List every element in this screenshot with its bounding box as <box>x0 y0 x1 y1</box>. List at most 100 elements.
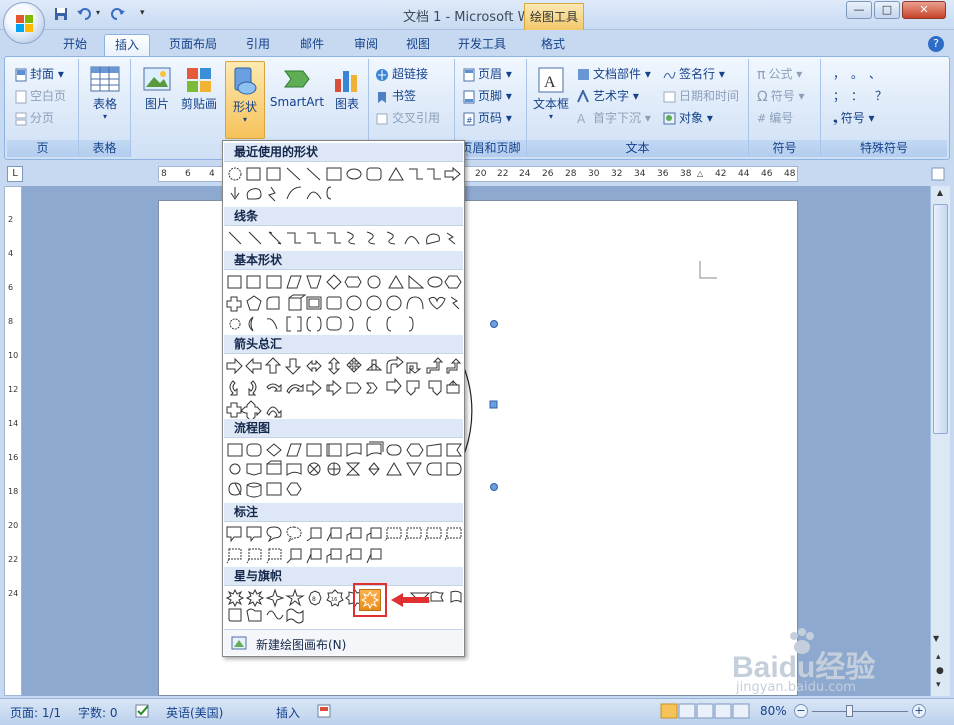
page-count[interactable]: 页面: 1/1 <box>10 704 61 721</box>
basic-shapes-grid[interactable] <box>225 271 463 337</box>
maximize-button[interactable]: □ <box>874 1 900 19</box>
equation-button[interactable]: π 公式 ▾ <box>757 65 802 83</box>
redo-icon[interactable] <box>110 6 126 22</box>
tab-developer[interactable]: 开发工具 <box>450 34 514 56</box>
scroll-up-icon[interactable]: ▲ <box>933 188 947 202</box>
zoom-out-icon[interactable]: − <box>794 704 808 718</box>
picture-button[interactable]: 图片 <box>139 65 175 112</box>
svg-text:16: 16 <box>331 597 337 603</box>
shapes-button[interactable]: 形状 ▾ <box>225 61 265 139</box>
insert-mode[interactable]: 插入 <box>276 704 300 721</box>
zoom-slider[interactable] <box>812 711 908 712</box>
scroll-down-icon[interactable]: ▼ <box>933 634 939 643</box>
ruler-number: 36 <box>657 169 669 179</box>
explosion-star-shape-selected[interactable] <box>359 589 381 611</box>
ruler-number: 20 <box>8 521 19 530</box>
drop-cap-button[interactable]: A 首字下沉 ▾ <box>577 109 651 126</box>
cross-reference-button[interactable]: 交叉引用 <box>375 109 440 126</box>
hyperlink-button[interactable]: 超链接 <box>375 65 428 82</box>
special-chars-row-1[interactable]: ，。、 <box>833 65 913 82</box>
table-button[interactable]: 表格 ▾ <box>85 65 125 121</box>
tab-format[interactable]: 格式 <box>530 34 576 56</box>
smartart-button[interactable]: SmartArt <box>269 65 325 109</box>
help-icon[interactable]: ? <box>928 36 944 52</box>
wordart-icon <box>577 90 590 103</box>
browse-object-icon[interactable]: ● <box>936 666 944 676</box>
zoom-level[interactable]: 80% <box>760 704 787 718</box>
blank-page-button[interactable]: 空白页 <box>15 87 66 104</box>
cover-page-button[interactable]: 封面 ▾ <box>15 65 64 82</box>
word-count[interactable]: 字数: 0 <box>78 704 118 721</box>
lines-grid[interactable] <box>225 227 463 249</box>
header-button[interactable]: 页眉 ▾ <box>463 65 512 82</box>
new-drawing-canvas-label: 新建绘图画布(N) <box>256 638 347 652</box>
context-tab-drawing-tools: 绘图工具 <box>524 3 584 30</box>
pi-icon: π <box>757 66 766 83</box>
text-box-icon: A <box>538 67 564 93</box>
category-basic-shapes: 基本形状 <box>224 251 463 270</box>
title-bar: 文档 1 - Microsoft Word 绘图工具 ▾ ▾ — □ ✕ <box>0 0 954 30</box>
zoom-slider-thumb[interactable] <box>846 705 853 717</box>
table-icon <box>90 66 120 92</box>
category-stars-banners: 星与旗帜 <box>224 567 463 586</box>
ruler-number: 4 <box>209 169 215 179</box>
undo-dropdown-icon[interactable]: ▾ <box>96 8 100 17</box>
tab-home[interactable]: 开始 <box>56 34 94 56</box>
quick-parts-button[interactable]: 文档部件 ▾ <box>577 65 651 82</box>
date-time-button[interactable]: 日期和时间 <box>663 87 739 104</box>
page-break-button[interactable]: 分页 <box>15 109 54 126</box>
starburst-icon <box>360 590 380 610</box>
ruler-number: 48 <box>784 169 796 179</box>
object-button[interactable]: 对象 ▾ <box>663 109 713 126</box>
footer-button[interactable]: 页脚 ▾ <box>463 87 512 104</box>
ruler-number: 12 <box>8 385 19 394</box>
save-icon[interactable] <box>54 7 68 21</box>
block-arrows-grid[interactable] <box>225 355 463 421</box>
ruler-number: 22 <box>497 169 509 179</box>
ruler-number: 34 <box>634 169 646 179</box>
next-page-icon[interactable]: ▾ <box>936 680 941 690</box>
category-callouts: 标注 <box>224 503 463 522</box>
right-indent-marker-icon[interactable]: △ <box>697 169 703 178</box>
tab-view[interactable]: 视图 <box>398 34 438 56</box>
scroll-thumb[interactable] <box>933 204 948 434</box>
zoom-in-icon[interactable]: + <box>912 704 926 718</box>
vertical-scrollbar[interactable]: ▲ ▼ ▴ ● ▾ <box>930 186 950 696</box>
office-button[interactable] <box>3 2 45 44</box>
special-chars-row-2[interactable]: ；：？ <box>833 87 913 104</box>
new-drawing-canvas-item[interactable]: 新建绘图画布(N) <box>224 629 463 655</box>
language[interactable]: 英语(美国) <box>166 704 223 721</box>
vertical-ruler[interactable]: 2 4 6 8 10 12 14 16 18 20 22 24 <box>4 186 22 696</box>
chevron-down-icon: ▾ <box>102 112 107 121</box>
page-number-button[interactable]: # 页码 ▾ <box>463 109 512 126</box>
macro-record-icon[interactable] <box>316 703 332 719</box>
tab-review[interactable]: 审阅 <box>344 34 388 56</box>
previous-page-icon[interactable]: ▴ <box>936 652 941 662</box>
tab-insert[interactable]: 插入 <box>104 34 150 56</box>
flowchart-grid[interactable] <box>225 439 463 501</box>
svg-text:A: A <box>577 112 586 125</box>
baidu-watermark: Baidu经验 jingyan.baidu.com <box>732 628 922 700</box>
callouts-grid[interactable] <box>225 523 463 567</box>
customize-toolbar-icon[interactable]: ▾ <box>140 8 145 18</box>
bookmark-button[interactable]: 书签 <box>375 87 416 104</box>
tab-references[interactable]: 引用 <box>236 34 280 56</box>
numbering-button[interactable]: # 编号 <box>757 109 793 126</box>
minimize-button[interactable]: — <box>846 1 872 19</box>
chart-button[interactable]: 图表 <box>329 65 365 112</box>
wordart-button[interactable]: 艺术字 ▾ <box>577 87 639 104</box>
undo-icon[interactable] <box>76 6 94 22</box>
tab-page-layout[interactable]: 页面布局 <box>162 34 224 56</box>
print-layout-view-icon <box>660 703 678 719</box>
tab-mailings[interactable]: 邮件 <box>290 34 334 56</box>
special-symbol-button[interactable]: ❟ 符号 ▾ <box>833 109 875 126</box>
close-button[interactable]: ✕ <box>902 1 946 19</box>
clip-art-button[interactable]: 剪贴画 <box>179 65 219 112</box>
symbol-button[interactable]: Ω 符号 ▾ <box>757 87 805 105</box>
tab-selector-icon[interactable]: L <box>7 166 23 182</box>
spell-check-icon[interactable] <box>134 703 152 719</box>
signature-line-button[interactable]: 签名行 ▾ <box>663 65 725 82</box>
recent-shapes-grid[interactable] <box>225 163 463 203</box>
text-box-button[interactable]: A 文本框 ▾ <box>531 65 571 121</box>
view-ruler-icon[interactable] <box>930 166 946 182</box>
